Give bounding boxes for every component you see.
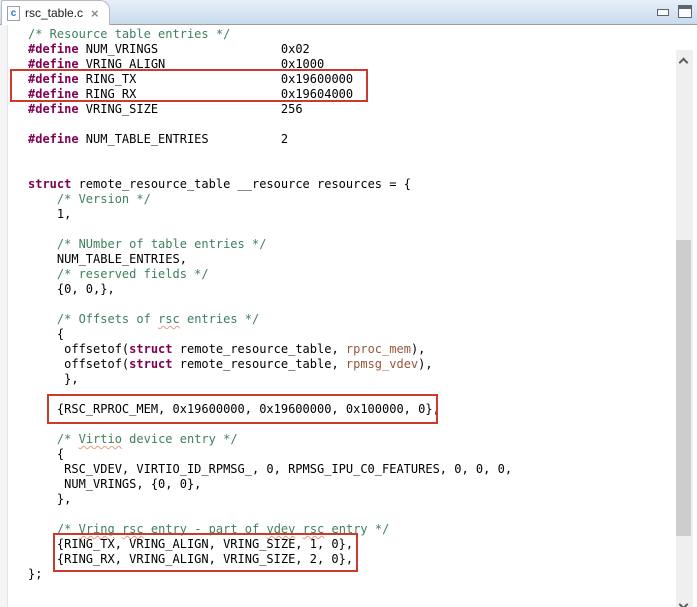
code-line: NUM_VRINGS, {0, 0}, <box>28 477 202 491</box>
code-line: struct remote_resource_table __resource … <box>28 177 411 191</box>
editor-tab-bar: c rsc_table.c × <box>0 0 697 25</box>
code-line: #define VRING_SIZE 256 <box>28 102 303 116</box>
view-controls <box>657 5 692 18</box>
editor-window: c rsc_table.c × /* Resource table entrie… <box>0 0 697 607</box>
code-line: #define RING_TX 0x19600000 <box>28 72 354 86</box>
code-line: { <box>28 327 65 341</box>
code-line: 1, <box>28 207 72 221</box>
c-file-icon: c <box>7 5 20 21</box>
code-area[interactable]: /* Resource table entries */#define NUM_… <box>0 27 676 589</box>
code-line: { <box>28 447 65 461</box>
vertical-scrollbar[interactable] <box>676 50 693 607</box>
code-editor: /* Resource table entries */#define NUM_… <box>0 25 697 607</box>
code-line: /* Vring rsc entry - part of vdev rsc en… <box>56 522 390 536</box>
code-line: NUM_TABLE_ENTRIES, <box>28 252 187 266</box>
code-line: {RSC_RPROC_MEM, 0x19600000, 0x19600000, … <box>28 402 440 416</box>
code-line: /* Version */ <box>56 192 151 206</box>
minimize-icon[interactable] <box>657 9 669 16</box>
code-line: /* reserved fields */ <box>56 267 209 281</box>
code-line: #define RING_RX 0x19604000 <box>28 87 354 101</box>
code-line: }, <box>28 372 79 386</box>
code-line: /* Virtio device entry */ <box>56 432 238 446</box>
code-line: }, <box>28 492 72 506</box>
code-line: {0, 0,}, <box>28 282 115 296</box>
code-line: /* Offsets of rsc entries */ <box>56 312 260 326</box>
code-line: #define NUM_TABLE_ENTRIES 2 <box>28 132 289 146</box>
code-line: /* Resource table entries */ <box>28 27 231 41</box>
vertical-scrollbar-thumb[interactable] <box>676 240 691 536</box>
code-line: offsetof(struct remote_resource_table, r… <box>28 342 426 356</box>
tab-title: rsc_table.c <box>25 6 84 20</box>
tab-close-icon[interactable]: × <box>91 7 99 20</box>
code-line: }; <box>28 567 43 581</box>
code-line: #define VRING_ALIGN 0x1000 <box>28 57 325 71</box>
scroll-up-icon[interactable] <box>678 57 689 68</box>
scroll-down-icon[interactable] <box>678 599 689 607</box>
code-line: {RING_RX, VRING_ALIGN, VRING_SIZE, 2, 0}… <box>28 552 354 566</box>
code-line: RSC_VDEV, VIRTIO_ID_RPMSG_, 0, RPMSG_IPU… <box>28 462 513 476</box>
code-line: offsetof(struct remote_resource_table, r… <box>28 357 433 371</box>
tab-rsc-table-c[interactable]: c rsc_table.c × <box>1 0 110 25</box>
code-line: #define NUM_VRINGS 0x02 <box>28 42 310 56</box>
code-line: {RING_TX, VRING_ALIGN, VRING_SIZE, 1, 0}… <box>28 537 354 551</box>
maximize-icon[interactable] <box>678 5 692 18</box>
code-line: /* NUmber of table entries */ <box>56 237 267 251</box>
